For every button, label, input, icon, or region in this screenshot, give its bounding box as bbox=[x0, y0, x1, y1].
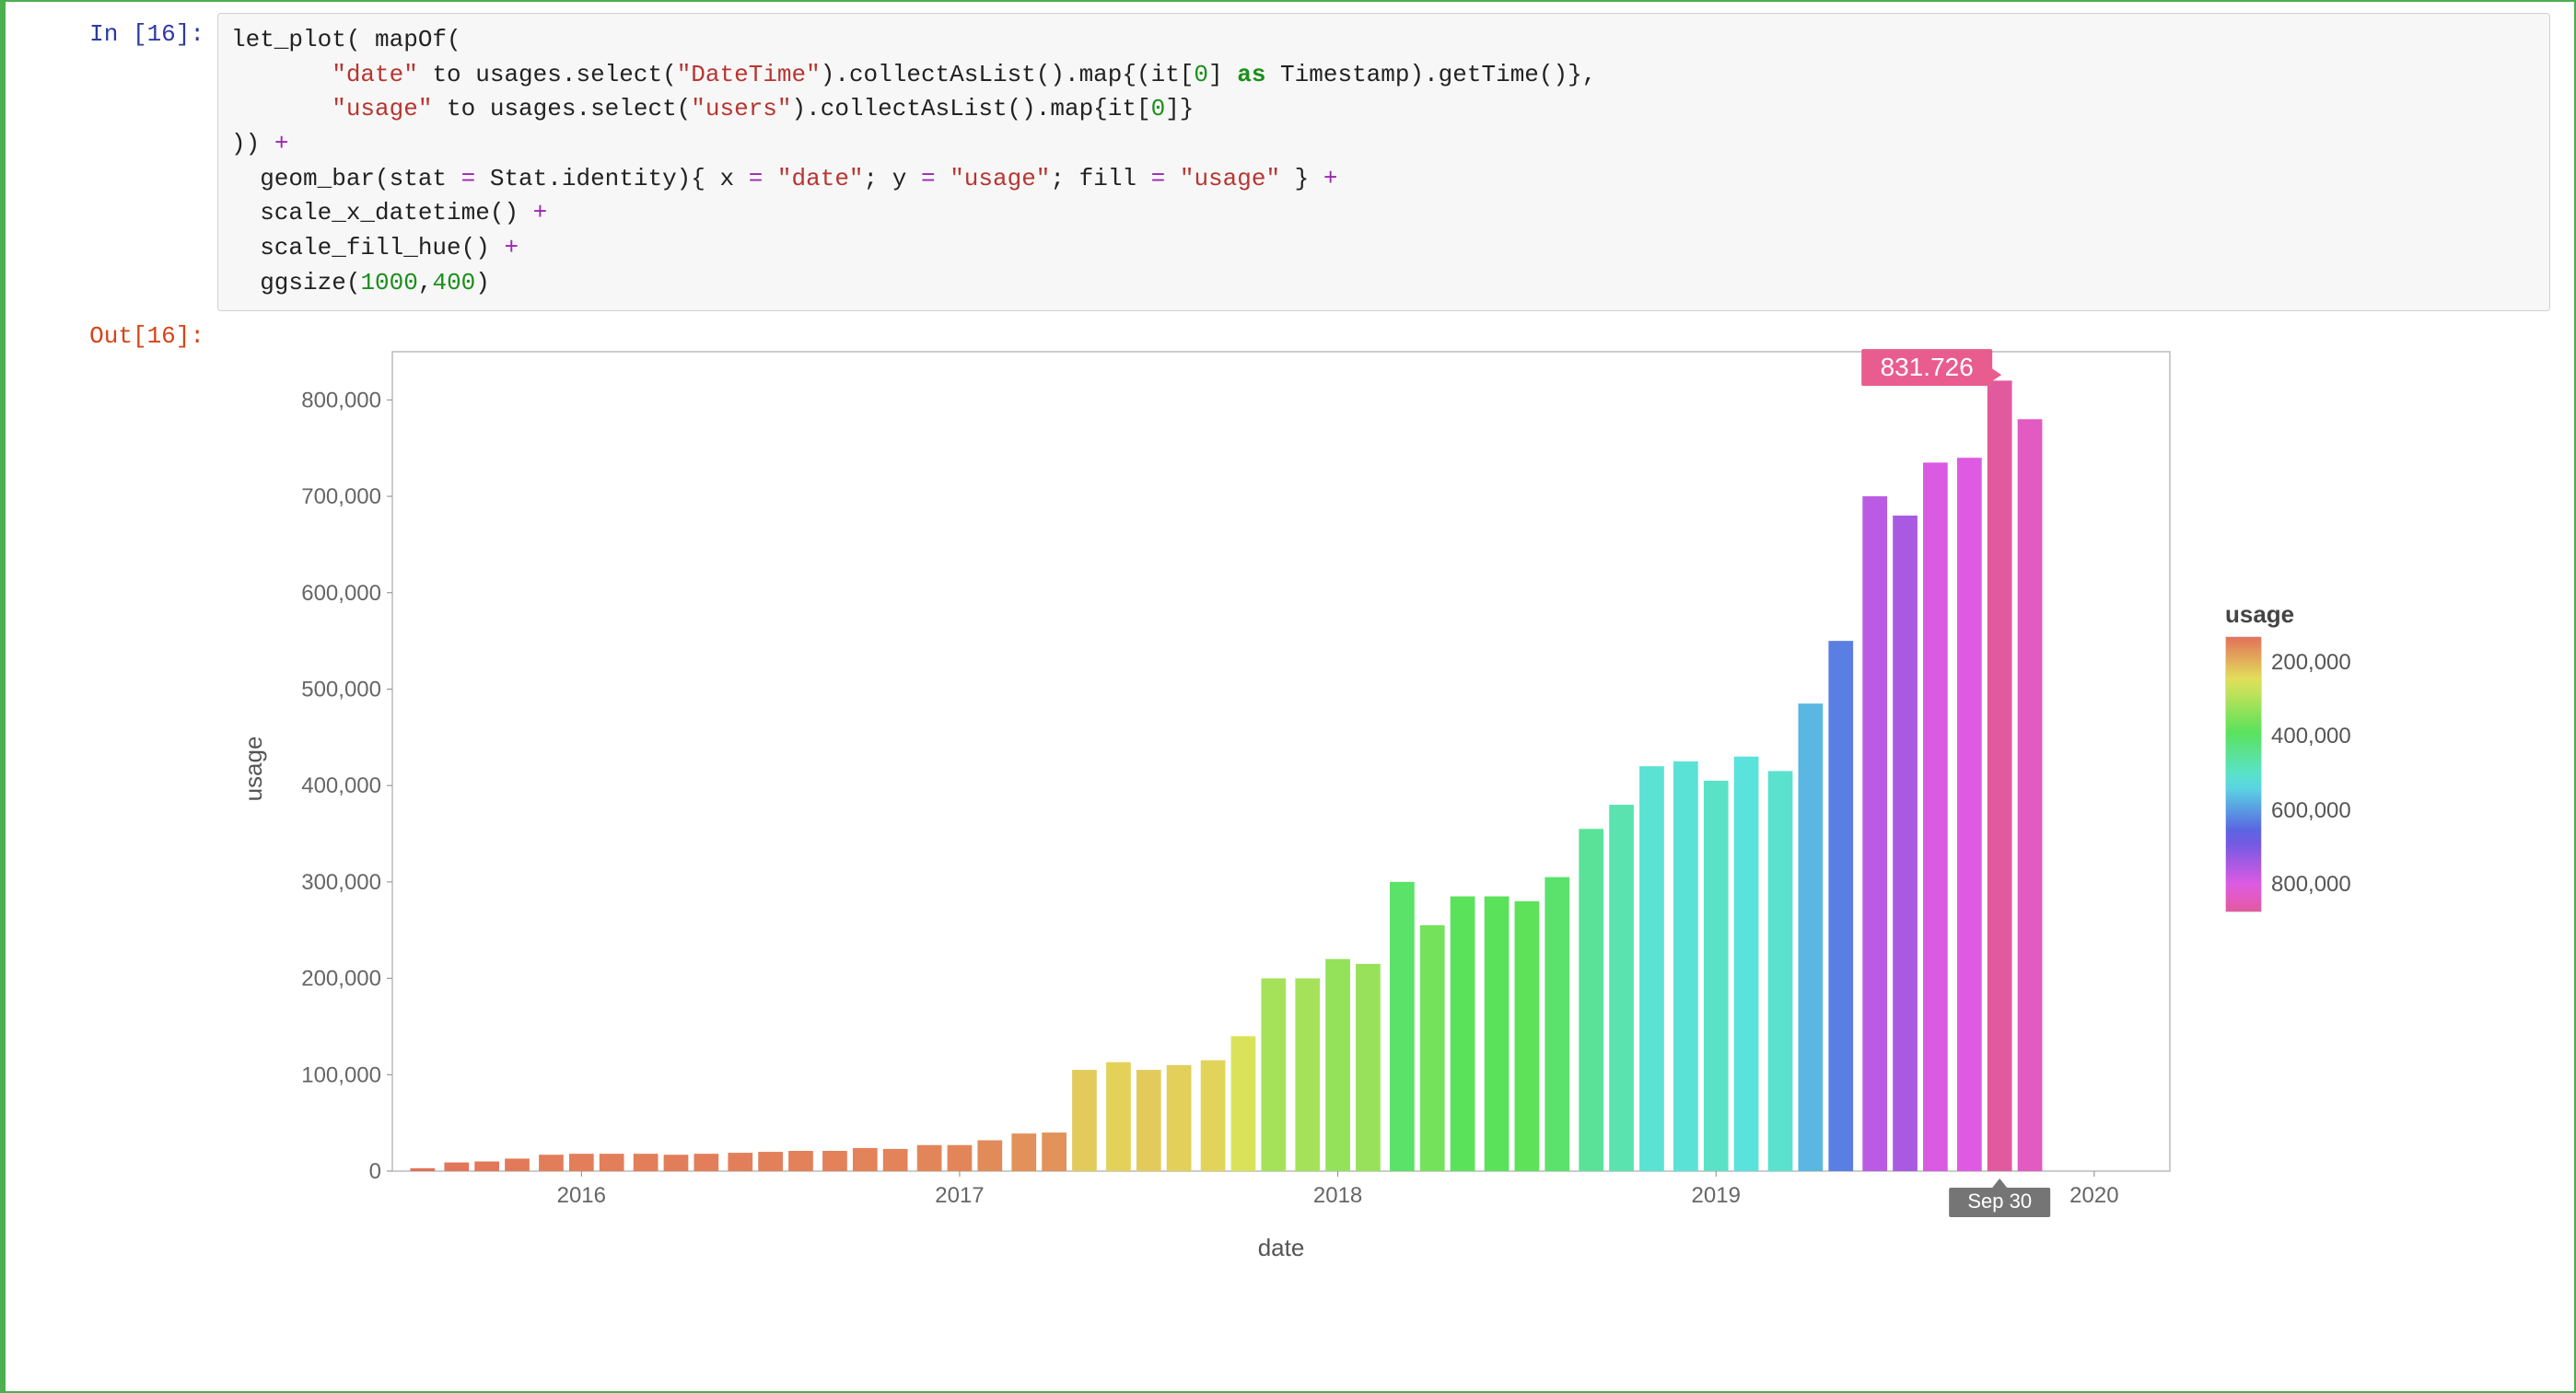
bar[interactable] bbox=[1828, 641, 1853, 1171]
bar[interactable] bbox=[1261, 978, 1286, 1170]
svg-text:300,000: 300,000 bbox=[301, 869, 381, 894]
svg-text:700,000: 700,000 bbox=[301, 484, 381, 509]
bar[interactable] bbox=[1893, 516, 1917, 1171]
output-prompt: Out[16]: bbox=[15, 315, 217, 350]
svg-text:100,000: 100,000 bbox=[301, 1062, 381, 1087]
bar[interactable] bbox=[1042, 1132, 1067, 1171]
bar[interactable] bbox=[1957, 458, 1982, 1171]
bar[interactable] bbox=[822, 1151, 847, 1171]
bar[interactable] bbox=[1390, 881, 1415, 1170]
bar[interactable] bbox=[1106, 1062, 1131, 1170]
bar[interactable] bbox=[1072, 1070, 1097, 1171]
code-cell[interactable]: let_plot( mapOf( "date" to usages.select… bbox=[217, 13, 2550, 311]
svg-text:Sep 30: Sep 30 bbox=[1967, 1190, 2032, 1213]
bar[interactable] bbox=[1923, 462, 1948, 1171]
bar[interactable] bbox=[1987, 380, 2012, 1171]
legend-scale: 200,000 400,000 600,000 800,000 bbox=[2225, 636, 2351, 912]
svg-text:usage: usage bbox=[239, 736, 267, 801]
bar[interactable] bbox=[1768, 771, 1793, 1171]
bar[interactable] bbox=[664, 1155, 689, 1171]
bar[interactable] bbox=[1167, 1064, 1192, 1170]
bar[interactable] bbox=[600, 1154, 624, 1171]
svg-text:0: 0 bbox=[369, 1159, 381, 1184]
svg-text:600,000: 600,000 bbox=[301, 580, 381, 605]
bar[interactable] bbox=[2018, 419, 2043, 1171]
output-row: Out[16]: 0 100,000 200,000 300,000 400,000 50… bbox=[6, 313, 2574, 1283]
svg-text:200,000: 200,000 bbox=[301, 966, 381, 991]
bar[interactable] bbox=[539, 1155, 564, 1171]
bar[interactable] bbox=[505, 1158, 530, 1171]
bar[interactable] bbox=[1734, 756, 1759, 1170]
legend-ticks: 200,000 400,000 600,000 800,000 bbox=[2271, 636, 2351, 912]
svg-text:831.726: 831.726 bbox=[1881, 353, 1974, 381]
legend-tick: 600,000 bbox=[2271, 798, 2351, 824]
chart-wrap: 0 100,000 200,000 300,000 400,000 500,000 600,… bbox=[236, 324, 2547, 1272]
input-prompt: In [16]: bbox=[15, 13, 217, 48]
bar[interactable] bbox=[758, 1152, 783, 1171]
bar[interactable] bbox=[1136, 1070, 1161, 1171]
bar[interactable] bbox=[1201, 1060, 1226, 1170]
notebook-cell: In [16]: let_plot( mapOf( "date" to usag… bbox=[0, 0, 2576, 1393]
bar[interactable] bbox=[1485, 896, 1509, 1170]
bar[interactable] bbox=[1325, 958, 1350, 1170]
svg-text:2019: 2019 bbox=[1692, 1183, 1741, 1208]
bar[interactable] bbox=[1544, 876, 1569, 1170]
legend-tick: 800,000 bbox=[2271, 872, 2351, 898]
legend-gradient bbox=[2225, 636, 2262, 912]
bar[interactable] bbox=[917, 1144, 942, 1170]
bar[interactable] bbox=[474, 1161, 499, 1170]
bar[interactable] bbox=[1704, 780, 1729, 1170]
bar[interactable] bbox=[853, 1147, 878, 1170]
svg-text:500,000: 500,000 bbox=[301, 677, 381, 702]
bar[interactable] bbox=[1295, 978, 1320, 1170]
svg-text:2016: 2016 bbox=[557, 1183, 606, 1208]
bar[interactable] bbox=[977, 1140, 1002, 1171]
bar[interactable] bbox=[444, 1162, 469, 1170]
bar[interactable] bbox=[1639, 766, 1664, 1171]
bar[interactable] bbox=[1673, 761, 1698, 1171]
bar[interactable] bbox=[788, 1151, 813, 1171]
bar[interactable] bbox=[1862, 496, 1887, 1171]
svg-text:date: date bbox=[1258, 1234, 1305, 1261]
legend-title: usage bbox=[2225, 600, 2351, 629]
bar[interactable] bbox=[634, 1154, 659, 1171]
legend-tick: 200,000 bbox=[2271, 650, 2351, 676]
bar[interactable] bbox=[1420, 925, 1445, 1171]
svg-text:400,000: 400,000 bbox=[301, 773, 381, 798]
bar[interactable] bbox=[1799, 703, 1824, 1171]
legend: usage 200,000 400,000 600,000 800,000 bbox=[2225, 600, 2351, 912]
legend-tick: 400,000 bbox=[2271, 724, 2351, 749]
bar[interactable] bbox=[1579, 829, 1603, 1171]
bar[interactable] bbox=[948, 1144, 973, 1170]
bar[interactable] bbox=[1356, 963, 1381, 1170]
bar[interactable] bbox=[1011, 1133, 1036, 1171]
svg-text:800,000: 800,000 bbox=[301, 388, 381, 412]
svg-text:2020: 2020 bbox=[2069, 1183, 2118, 1208]
bar[interactable] bbox=[1231, 1036, 1256, 1171]
bar[interactable] bbox=[1451, 896, 1475, 1170]
bar[interactable] bbox=[728, 1153, 752, 1171]
bar[interactable] bbox=[410, 1167, 435, 1170]
bar[interactable] bbox=[694, 1154, 718, 1171]
bar-chart[interactable]: 0 100,000 200,000 300,000 400,000 500,000 600,… bbox=[236, 324, 2197, 1272]
bar[interactable] bbox=[1609, 805, 1634, 1171]
svg-text:2017: 2017 bbox=[935, 1183, 984, 1208]
input-row: In [16]: let_plot( mapOf( "date" to usag… bbox=[6, 11, 2574, 313]
svg-text:2018: 2018 bbox=[1313, 1183, 1362, 1208]
bar[interactable] bbox=[1515, 900, 1540, 1170]
bar[interactable] bbox=[569, 1154, 594, 1171]
bar[interactable] bbox=[883, 1148, 908, 1170]
output-area: 0 100,000 200,000 300,000 400,000 500,000 600,… bbox=[217, 315, 2565, 1282]
